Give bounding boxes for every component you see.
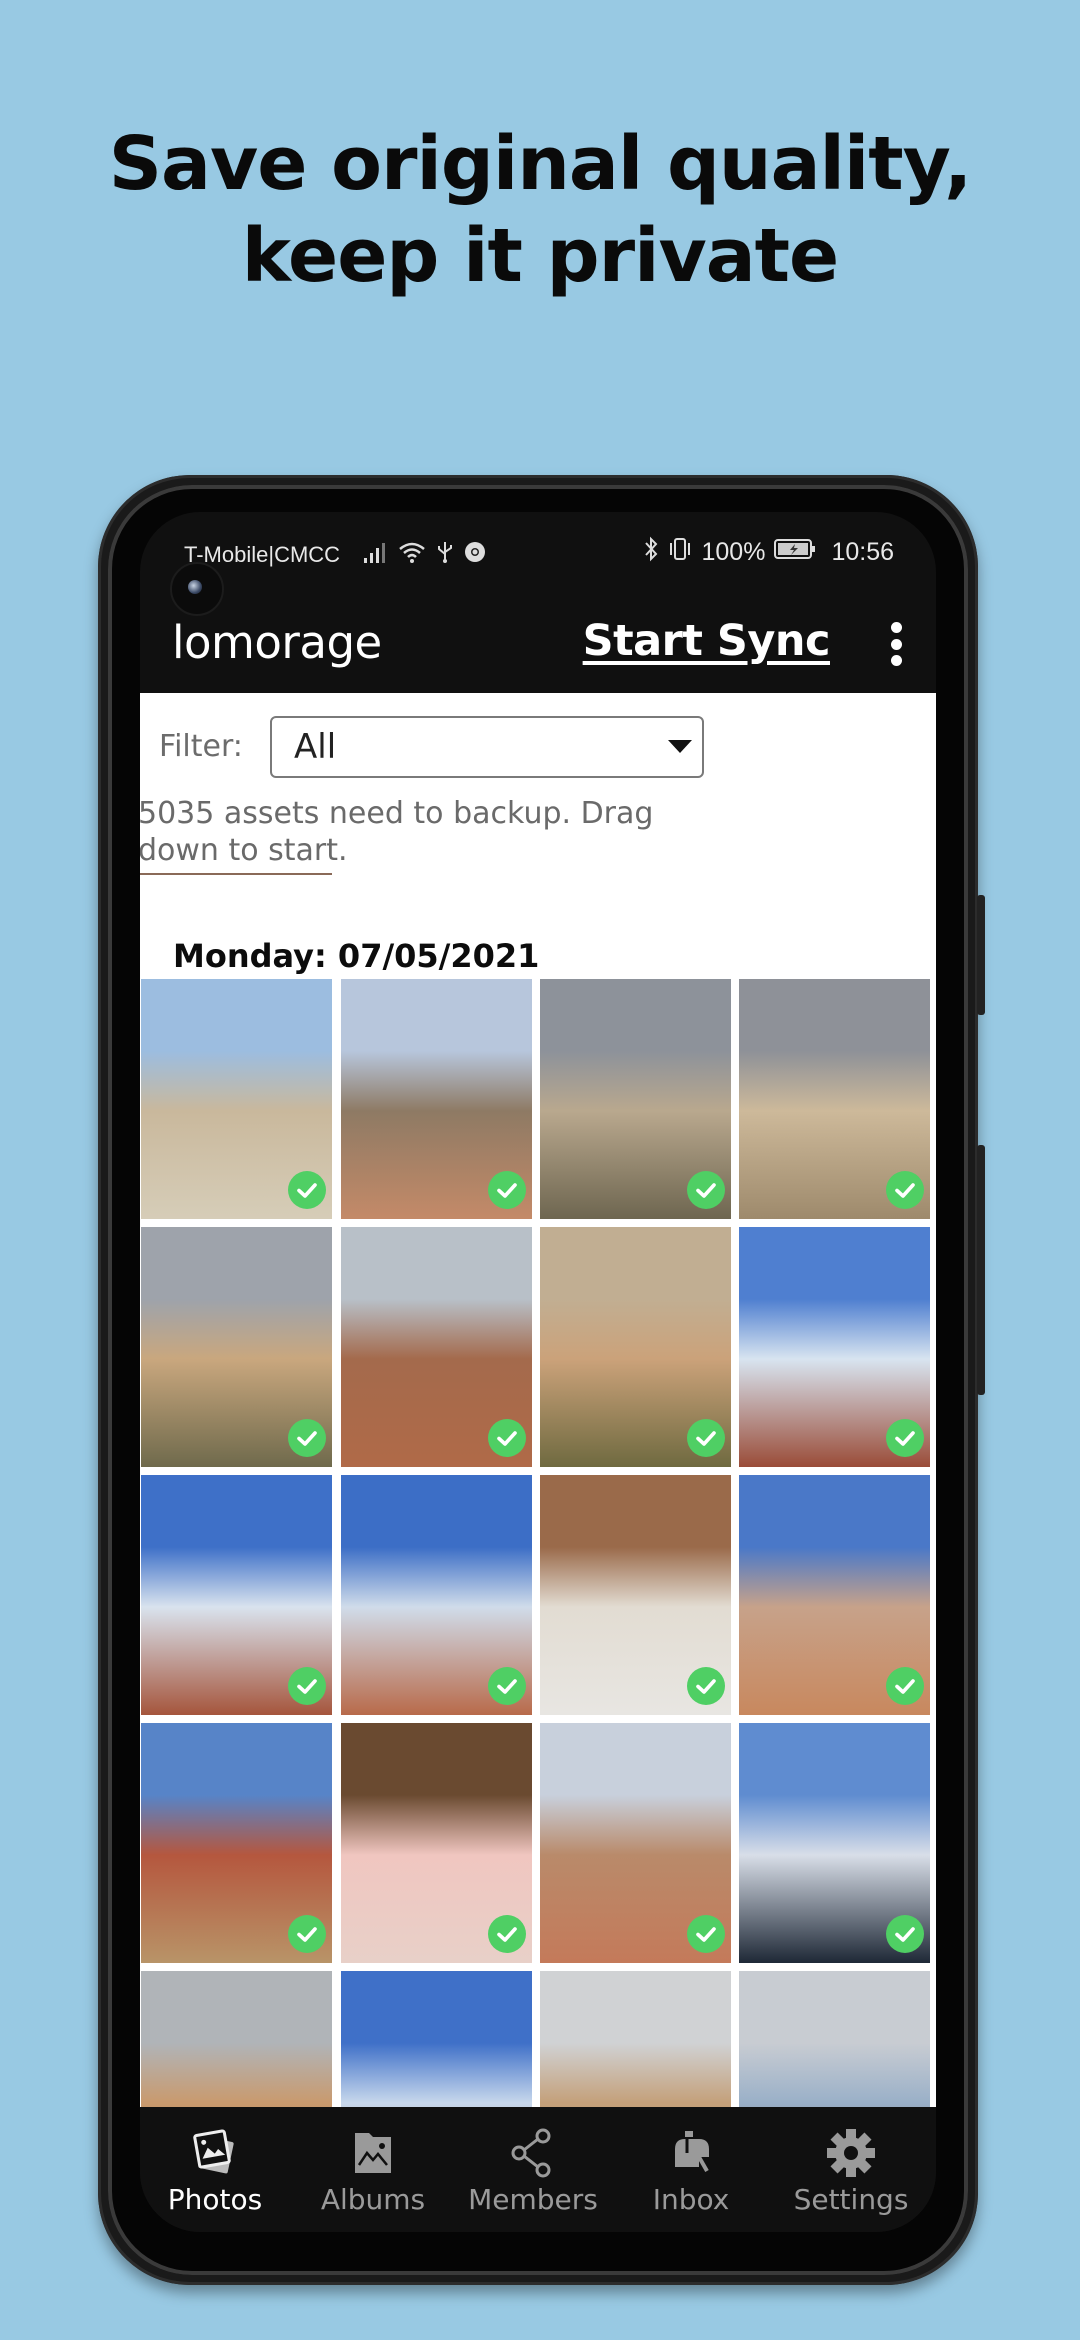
divider xyxy=(140,873,332,875)
nav-item-members[interactable]: Members xyxy=(458,2127,608,2227)
nav-label-photos: Photos xyxy=(167,2183,263,2216)
synced-check-icon xyxy=(488,1171,526,1209)
nav-item-albums[interactable]: Albums xyxy=(298,2127,448,2227)
photo-thumbnail[interactable] xyxy=(141,1971,332,2107)
vibrate-icon xyxy=(667,536,693,569)
battery-percent: 100% xyxy=(701,538,766,566)
phone-screen: T-Mobile|CMCC 100% 10:56 lomorage Start … xyxy=(140,512,936,2232)
filter-selected-value: All xyxy=(294,727,337,767)
photo-thumbnail[interactable] xyxy=(141,1723,332,1963)
status-bar: T-Mobile|CMCC 100% 10:56 xyxy=(140,526,936,582)
bluetooth-icon xyxy=(643,536,659,569)
promo-headline: Save original quality, keep it private xyxy=(0,118,1080,302)
nav-label-albums: Albums xyxy=(320,2183,426,2216)
photo-thumbnail[interactable] xyxy=(341,1971,532,2107)
signal-icon xyxy=(362,540,388,570)
albums-icon xyxy=(355,2133,391,2173)
nav-label-settings: Settings xyxy=(793,2183,909,2216)
backup-status-message: 5035 assets need to backup. Drag down to… xyxy=(140,796,654,868)
synced-check-icon xyxy=(687,1419,725,1457)
synced-check-icon xyxy=(288,1419,326,1457)
bottom-navigation: Photos Albums Members Inbox Settings xyxy=(140,2107,936,2232)
photo-thumbnail[interactable] xyxy=(540,1475,731,1715)
photo-thumbnail[interactable] xyxy=(739,1723,930,1963)
photo-thumbnail[interactable] xyxy=(141,979,332,1219)
photo-thumbnail[interactable] xyxy=(540,1971,731,2107)
headline-line-2: keep it private xyxy=(241,213,839,299)
nav-item-settings[interactable]: Settings xyxy=(776,2127,926,2227)
photo-thumbnail[interactable] xyxy=(540,979,731,1219)
photo-thumbnail[interactable] xyxy=(341,1227,532,1467)
synced-check-icon xyxy=(288,1667,326,1705)
nav-item-photos[interactable]: Photos xyxy=(140,2127,290,2227)
photo-thumbnail[interactable] xyxy=(341,1475,532,1715)
date-group-heading: Monday: 07/05/2021 xyxy=(173,937,540,975)
nav-item-inbox[interactable]: Inbox xyxy=(616,2127,766,2227)
photo-thumbnail[interactable] xyxy=(739,979,930,1219)
photo-thumbnail[interactable] xyxy=(341,1723,532,1963)
app-title: lomorage xyxy=(172,616,382,669)
share-icon xyxy=(511,2128,551,2178)
photo-thumbnail[interactable] xyxy=(540,1723,731,1963)
headline-line-1: Save original quality, xyxy=(108,121,973,207)
synced-check-icon xyxy=(488,1667,526,1705)
synced-check-icon xyxy=(288,1171,326,1209)
nav-label-inbox: Inbox xyxy=(652,2183,730,2216)
filter-label: Filter: xyxy=(159,729,243,764)
photo-thumbnail[interactable] xyxy=(141,1475,332,1715)
mailbox-icon xyxy=(675,2131,709,2172)
synced-check-icon xyxy=(488,1915,526,1953)
start-sync-button[interactable]: Start Sync xyxy=(583,616,831,666)
synced-check-icon xyxy=(886,1171,924,1209)
photos-icon xyxy=(193,2129,234,2174)
more-vertical-icon[interactable] xyxy=(886,622,906,666)
synced-check-icon xyxy=(886,1915,924,1953)
synced-check-icon xyxy=(886,1419,924,1457)
phone-side-button xyxy=(977,1145,985,1395)
photos-content[interactable]: Filter: All 5035 assets need to backup. … xyxy=(140,693,936,2107)
chrome-icon xyxy=(464,541,486,569)
photo-thumbnail[interactable] xyxy=(739,1971,930,2107)
synced-check-icon xyxy=(687,1667,725,1705)
synced-check-icon xyxy=(687,1171,725,1209)
synced-check-icon xyxy=(886,1667,924,1705)
filter-dropdown[interactable]: All xyxy=(270,716,704,778)
clock: 10:56 xyxy=(831,538,894,566)
phone-side-button xyxy=(977,895,985,1015)
battery-charging-icon xyxy=(773,537,817,568)
photo-thumbnail[interactable] xyxy=(739,1475,930,1715)
usb-icon xyxy=(436,540,454,570)
gear-icon xyxy=(827,2129,875,2177)
nav-label-members: Members xyxy=(468,2183,598,2216)
synced-check-icon xyxy=(288,1915,326,1953)
photo-thumbnail[interactable] xyxy=(540,1227,731,1467)
app-bar: lomorage Start Sync xyxy=(140,592,936,692)
synced-check-icon xyxy=(488,1419,526,1457)
synced-check-icon xyxy=(687,1915,725,1953)
wifi-icon xyxy=(398,540,426,570)
dropdown-caret-icon xyxy=(668,740,692,753)
photo-thumbnail[interactable] xyxy=(341,979,532,1219)
photo-thumbnail[interactable] xyxy=(739,1227,930,1467)
photo-thumbnail[interactable] xyxy=(141,1227,332,1467)
